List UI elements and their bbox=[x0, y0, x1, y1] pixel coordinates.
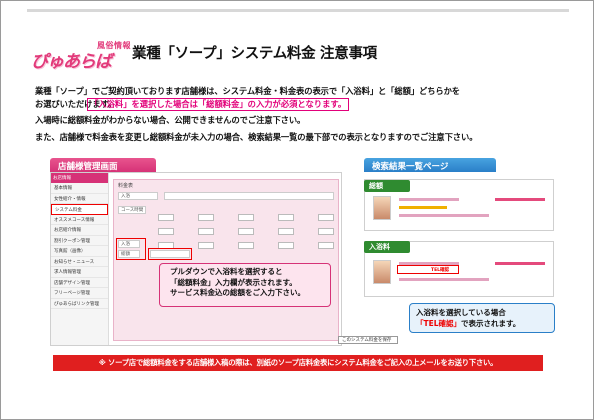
fee-cell[interactable] bbox=[238, 242, 254, 249]
sidebar-header: お店情報 bbox=[51, 173, 108, 183]
callout-line-2: 「TEL確認」で表示されます。 bbox=[416, 318, 554, 329]
result-button[interactable] bbox=[495, 198, 545, 201]
tag-bath: 入浴料 bbox=[364, 241, 410, 253]
tag-total: 総額 bbox=[364, 180, 410, 192]
footer-notice: ※ ソープ店で総額料金をする店舗様入稿の際は、別紙のソープ店料金表にシステム料金… bbox=[53, 355, 543, 371]
sidebar-item[interactable]: 基本情報 bbox=[51, 183, 108, 194]
highlight-notice: 「入浴料」を選択した場合は「総額料金」の入力が必須となります。 bbox=[87, 98, 350, 111]
girl-thumbnail bbox=[373, 196, 391, 220]
fee-cell[interactable] bbox=[198, 214, 214, 221]
result-button[interactable] bbox=[495, 262, 545, 265]
fee-cell[interactable] bbox=[278, 228, 294, 235]
section-admin-label: 店舗様管理画面 bbox=[50, 158, 156, 172]
paragraph-3: 入場時に総額料金がわからない場合、公開できませんのでご注意下さい。 bbox=[35, 115, 306, 125]
fee-title-input[interactable] bbox=[164, 192, 334, 200]
admin-sidebar: お店情報 基本情報 女性紹介・情報 システム料金 オススメコース情報 お店紹介情… bbox=[51, 173, 109, 345]
fee-cell[interactable] bbox=[318, 228, 334, 235]
fee-cell[interactable] bbox=[238, 214, 254, 221]
sidebar-item[interactable]: オススメコース情報 bbox=[51, 215, 108, 225]
sidebar-item[interactable]: 店舗デザイン管理 bbox=[51, 278, 108, 288]
page-title: 業種「ソープ」システム料金 注意事項 bbox=[132, 46, 377, 62]
fee-cell[interactable] bbox=[238, 228, 254, 235]
result-line bbox=[399, 278, 489, 281]
fee-cell[interactable] bbox=[318, 214, 334, 221]
girl-thumbnail bbox=[373, 260, 391, 284]
callout-line: サービス料金込の総額をご入力下さい。 bbox=[170, 288, 305, 297]
callout-line: 入浴料を選択している場合 bbox=[416, 308, 506, 317]
slide: 風俗情報 ぴゅあらば 業種「ソープ」システム料金 注意事項 業種「ソープ」でご契… bbox=[0, 0, 594, 420]
callout-rest: で表示されます。 bbox=[461, 319, 521, 328]
callout-line: 「総額料金」入力欄が表示されます。 bbox=[170, 277, 297, 287]
fee-cell[interactable] bbox=[158, 228, 174, 235]
fee-cell[interactable] bbox=[158, 214, 174, 221]
section-search-label: 検索結果一覧ページ bbox=[364, 158, 496, 172]
sidebar-item[interactable]: 割引クーポン管理 bbox=[51, 236, 108, 246]
sidebar-item[interactable]: 女性紹介・情報 bbox=[51, 194, 108, 204]
fee-cell[interactable] bbox=[278, 214, 294, 221]
result-line bbox=[399, 214, 489, 217]
top-divider bbox=[27, 9, 569, 12]
fee-type-input[interactable]: 入浴 bbox=[118, 192, 158, 200]
sidebar-item[interactable]: お店紹介情報 bbox=[51, 225, 108, 236]
save-fee-button[interactable]: このシステム料金を保存 bbox=[338, 336, 398, 344]
course-label: コース時間 bbox=[118, 206, 146, 214]
callout-line: プルダウンで入浴料を選択すると bbox=[170, 267, 283, 276]
tel-highlight bbox=[397, 265, 459, 274]
logo-text: ぴゅあらば bbox=[31, 52, 112, 72]
admin-screenshot: お店情報 基本情報 女性紹介・情報 システム料金 オススメコース情報 お店紹介情… bbox=[50, 172, 398, 346]
sidebar-item[interactable]: 求人情報管理 bbox=[51, 267, 108, 278]
fee-cell[interactable] bbox=[198, 242, 214, 249]
paragraph-4: また、店舗様で料金表を変更し総額料金が未入力の場合、検索結果一覧の最下部での表示… bbox=[35, 132, 478, 142]
total-fee-input[interactable] bbox=[150, 250, 190, 258]
fee-cell[interactable] bbox=[318, 242, 334, 249]
form-title: 料金表 bbox=[118, 183, 134, 189]
tel-label: 「TEL確認」 bbox=[416, 319, 462, 328]
fee-form: 料金表 入浴 コース時間 入浴 総額 このシステム料金を保存 bbox=[113, 179, 398, 344]
search-callout: 入浴料を選択している場合 「TEL確認」で表示されます。 bbox=[409, 303, 555, 333]
sidebar-item[interactable]: フリーページ管理 bbox=[51, 288, 108, 299]
logo: 風俗情報 ぴゅあらば bbox=[31, 39, 131, 72]
paragraph-1: 業種「ソープ」でご契約頂いております店舗様は、システム料金・料金表の表示で「入浴… bbox=[35, 86, 460, 96]
sidebar-item[interactable]: 写真館（画像） bbox=[51, 246, 108, 257]
sidebar-item[interactable]: お知らせ・ニュース bbox=[51, 257, 108, 267]
sidebar-item[interactable]: ぴゅあらばリンク管理 bbox=[51, 299, 108, 309]
bath-select-highlight bbox=[116, 238, 146, 260]
result-line bbox=[399, 206, 447, 209]
fee-cell[interactable] bbox=[278, 242, 294, 249]
sidebar-item-system-fee[interactable]: システム料金 bbox=[51, 204, 108, 215]
admin-callout: プルダウンで入浴料を選択すると 「総額料金」入力欄が表示されます。 サービス料金… bbox=[159, 263, 331, 307]
fee-cell[interactable] bbox=[198, 228, 214, 235]
result-line bbox=[399, 198, 459, 201]
